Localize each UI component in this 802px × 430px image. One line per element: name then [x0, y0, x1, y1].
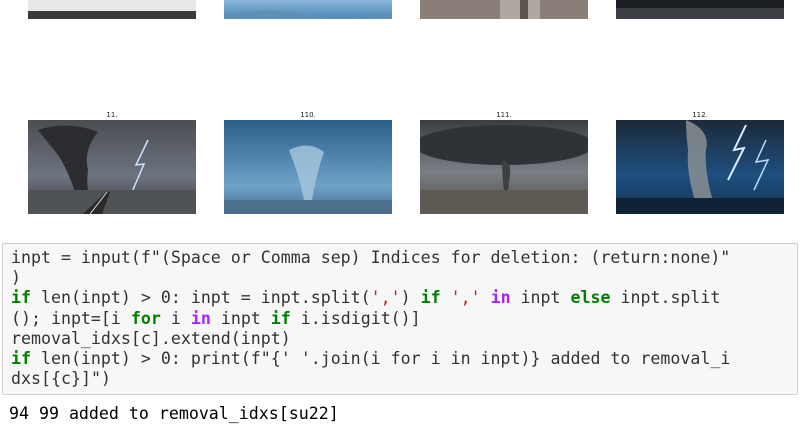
tornado-thumbnail	[420, 0, 588, 19]
thumbnail-cell	[616, 0, 784, 19]
image-grid-row-bottom: 11. 110. 111. 112.	[0, 110, 802, 220]
tornado-thumbnail	[616, 120, 784, 214]
tornado-thumbnail	[28, 0, 196, 19]
tornado-thumbnail	[224, 120, 392, 214]
notebook-page: 11. 110. 111. 112. inpt = input(f"(Space…	[0, 0, 802, 430]
tornado-thumbnail	[28, 120, 196, 214]
code-cell-editor[interactable]: inpt = input(f"(Space or Comma sep) Indi…	[2, 243, 798, 395]
tornado-thumbnail	[616, 0, 784, 19]
thumbnail-caption: 111.	[496, 111, 512, 119]
code-line: (); inpt=[i for i in inpt if i.isdigit()…	[11, 308, 421, 328]
cell-output: 94 99 added to removal_idxs[su22]	[9, 404, 339, 423]
image-grid-row-top	[0, 0, 802, 20]
code-line: )	[11, 268, 21, 288]
thumbnail-cell: 111.	[420, 110, 588, 214]
thumbnail-caption: 11.	[106, 111, 118, 119]
thumbnail-cell: 11.	[28, 110, 196, 214]
thumbnail-cell	[420, 0, 588, 19]
tornado-thumbnail	[224, 0, 392, 19]
thumbnail-cell	[224, 0, 392, 19]
thumbnail-cell: 112.	[616, 110, 784, 214]
thumbnail-cell: 110.	[224, 110, 392, 214]
code-line: if len(inpt) > 0: inpt = inpt.split(',')…	[11, 288, 721, 308]
code-line: if len(inpt) > 0: print(f"{' '.join(i fo…	[11, 348, 731, 368]
code-line: dxs[{c}]")	[11, 369, 111, 389]
thumbnail-cell	[28, 0, 196, 19]
thumbnail-caption: 112.	[692, 111, 708, 119]
code-line: removal_idxs[c].extend(inpt)	[11, 328, 291, 348]
code-line: inpt = input(f"(Space or Comma sep) Indi…	[11, 248, 731, 267]
thumbnail-caption: 110.	[300, 111, 316, 119]
tornado-thumbnail	[420, 120, 588, 214]
